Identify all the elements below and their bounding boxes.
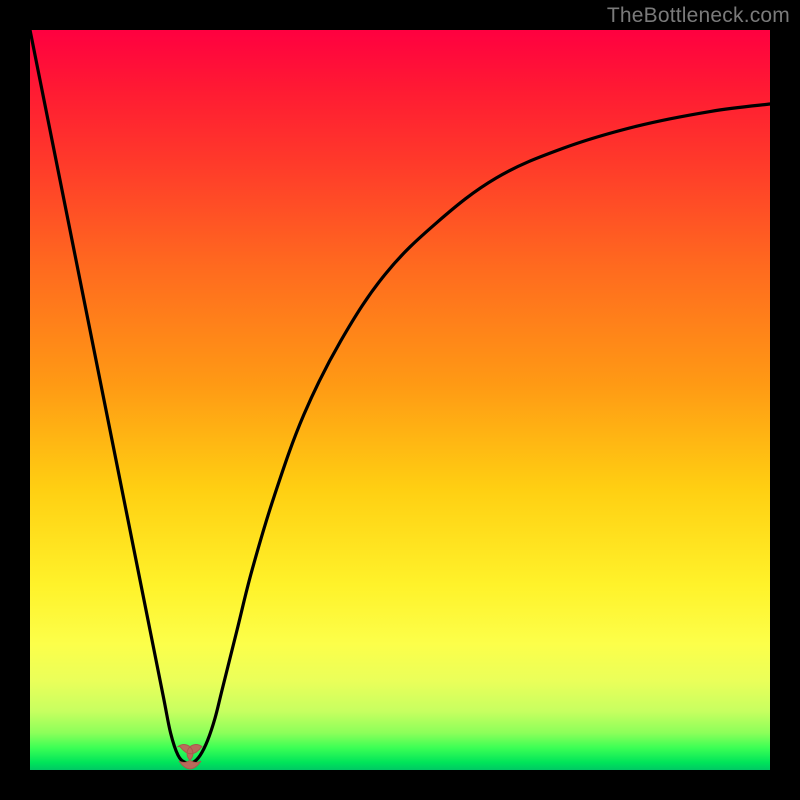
curve-svg (30, 30, 770, 770)
bottleneck-curve (30, 30, 770, 764)
plot-area (30, 30, 770, 770)
watermark-text: TheBottleneck.com (607, 4, 790, 28)
chart-frame: TheBottleneck.com (0, 0, 800, 800)
